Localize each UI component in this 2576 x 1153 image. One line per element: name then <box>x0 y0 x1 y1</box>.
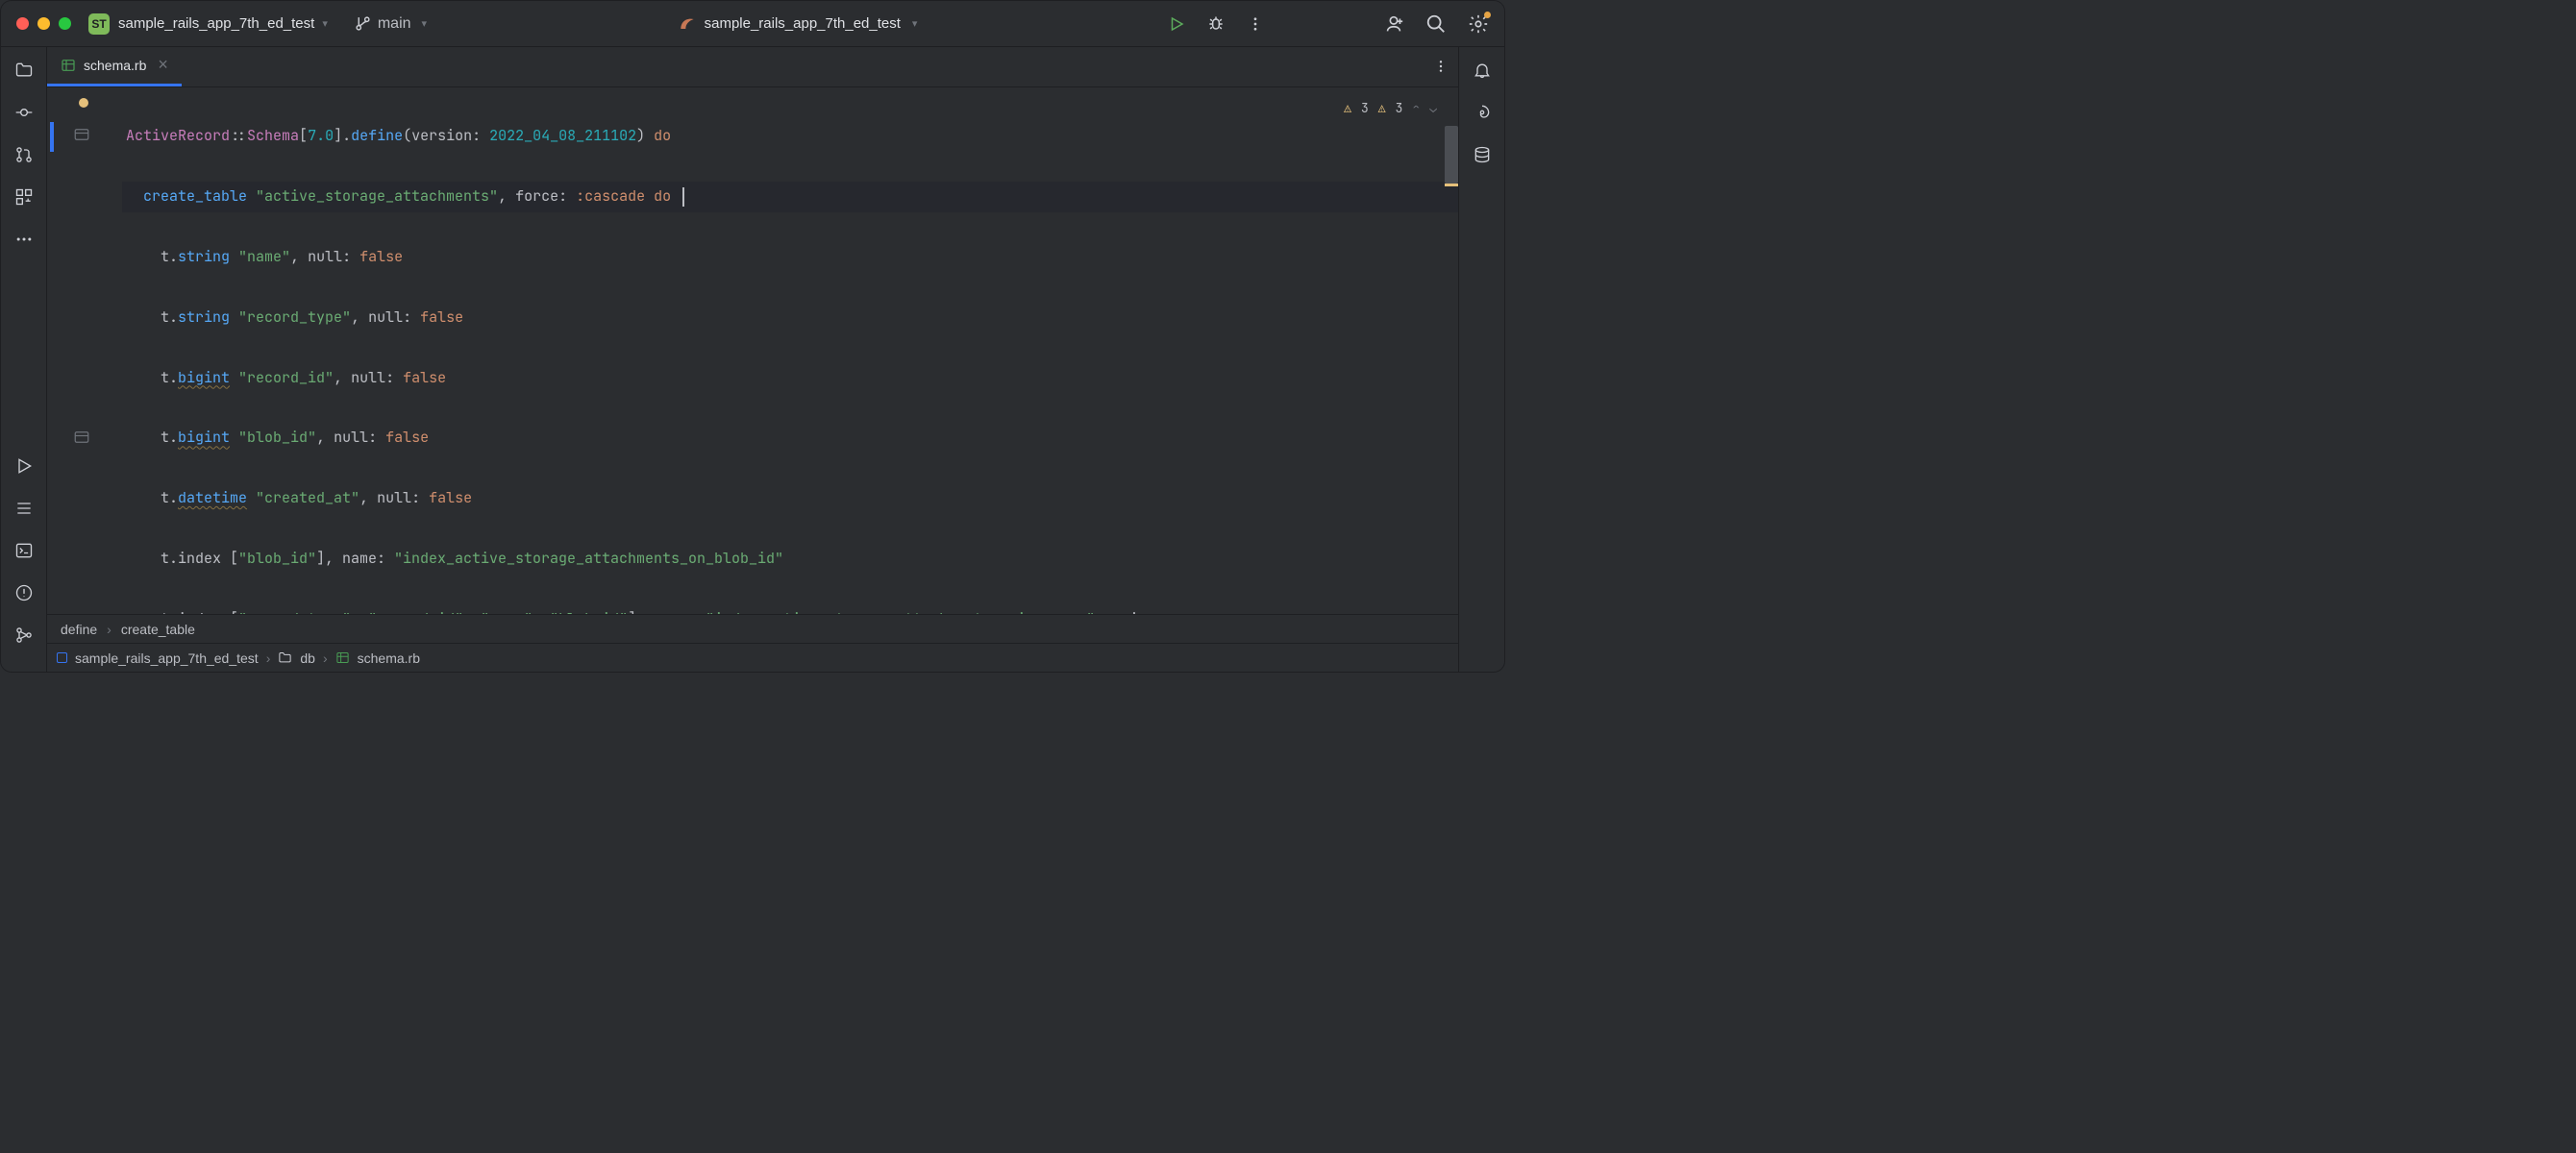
editor-tabs: schema.rb × <box>47 47 1458 87</box>
nav-root[interactable]: sample_rails_app_7th_ed_test <box>75 650 259 666</box>
pull-requests-button[interactable] <box>12 143 36 166</box>
chevron-right-icon: › <box>107 622 111 637</box>
scrollbar-thumb[interactable] <box>1445 126 1458 184</box>
next-highlight-button[interactable]: ⌄ <box>1429 93 1437 123</box>
right-tool-rail <box>1458 47 1504 672</box>
table-icon <box>335 650 350 665</box>
toolbar-actions <box>1168 13 1489 35</box>
pull-request-icon <box>14 145 34 164</box>
tab-filename: schema.rb <box>84 58 146 73</box>
collapse-icon[interactable] <box>73 126 90 148</box>
chevron-right-icon: › <box>323 650 328 666</box>
search-button[interactable] <box>1425 13 1447 35</box>
editor-area: schema.rb × ActiveRecord::Schema[7.0].de… <box>47 47 1458 672</box>
breadcrumb-create-table[interactable]: create_table <box>121 622 195 637</box>
project-name[interactable]: sample_rails_app_7th_ed_test <box>118 15 314 32</box>
run-button[interactable] <box>1168 15 1185 33</box>
play-icon <box>1168 15 1185 33</box>
notifications-button[interactable] <box>1471 59 1494 82</box>
nav-dir[interactable]: db <box>300 650 315 666</box>
vcs-tool-button[interactable] <box>12 624 36 647</box>
database-tool-button[interactable] <box>1471 143 1494 166</box>
titlebar: ST sample_rails_app_7th_ed_test ▾ main ▾… <box>1 1 1504 47</box>
ide-body: schema.rb × ActiveRecord::Schema[7.0].de… <box>1 47 1504 672</box>
search-icon <box>1425 13 1447 35</box>
branch-name: main <box>378 15 411 33</box>
gutter <box>47 87 122 614</box>
module-icon <box>57 652 67 663</box>
chevron-right-icon: › <box>266 650 271 666</box>
branch-icon <box>355 15 371 32</box>
list-icon <box>14 499 34 518</box>
chevron-down-icon[interactable]: ▾ <box>322 17 328 30</box>
bug-icon <box>1206 14 1226 34</box>
window-controls <box>16 17 71 30</box>
debug-button[interactable] <box>1206 14 1226 34</box>
more-actions-button[interactable] <box>1247 15 1264 33</box>
warning-count-2: 3 <box>1396 93 1403 123</box>
close-window-button[interactable] <box>16 17 29 30</box>
nav-file[interactable]: schema.rb <box>358 650 420 666</box>
chevron-down-icon: ▾ <box>912 17 918 30</box>
bell-icon <box>1473 61 1492 80</box>
more-horiz-icon <box>14 230 34 249</box>
nav-bar: sample_rails_app_7th_ed_test › db › sche… <box>47 643 1458 672</box>
ide-window: ST sample_rails_app_7th_ed_test ▾ main ▾… <box>0 0 1505 673</box>
database-icon <box>1473 145 1492 164</box>
spiral-icon <box>1473 103 1492 122</box>
text-caret <box>682 187 684 207</box>
more-vert-icon <box>1433 59 1449 74</box>
terminal-icon <box>14 541 34 560</box>
left-tool-rail <box>1 47 47 672</box>
todo-tool-button[interactable] <box>12 497 36 520</box>
settings-button[interactable] <box>1468 13 1489 35</box>
play-icon <box>14 456 34 476</box>
table-icon <box>61 58 76 73</box>
ai-assistant-button[interactable] <box>1471 101 1494 124</box>
person-add-icon <box>1383 13 1404 35</box>
maximize-window-button[interactable] <box>59 17 71 30</box>
warning-icon <box>14 583 34 602</box>
code-content[interactable]: ActiveRecord::Schema[7.0].define(version… <box>122 87 1458 614</box>
close-tab-button[interactable]: × <box>158 55 168 75</box>
collapse-icon[interactable] <box>73 429 90 451</box>
breadcrumb-define[interactable]: define <box>61 622 97 637</box>
tab-options-button[interactable] <box>1433 59 1449 79</box>
folder-icon <box>14 61 34 80</box>
folder-icon <box>278 650 292 665</box>
structure-icon <box>14 187 34 207</box>
project-badge: ST <box>88 13 110 35</box>
code-with-me-button[interactable] <box>1383 13 1404 35</box>
editor-tab-schema[interactable]: schema.rb × <box>47 46 182 86</box>
commit-tool-button[interactable] <box>12 101 36 124</box>
code-breadcrumbs[interactable]: define › create_table <box>47 614 1458 643</box>
run-target-name: sample_rails_app_7th_ed_test <box>705 15 901 32</box>
run-tool-button[interactable] <box>12 454 36 478</box>
code-editor[interactable]: ActiveRecord::Schema[7.0].define(version… <box>47 87 1458 614</box>
project-tool-button[interactable] <box>12 59 36 82</box>
terminal-tool-button[interactable] <box>12 539 36 562</box>
warning-icon: ⚠ <box>1378 93 1386 123</box>
more-tools-button[interactable] <box>12 228 36 251</box>
problems-tool-button[interactable] <box>12 581 36 604</box>
inspections-widget[interactable]: ⚠ 3 ⚠ 3 ⌃ ⌄ <box>1340 91 1441 125</box>
git-icon <box>14 626 34 645</box>
gear-icon <box>1468 13 1489 35</box>
warning-icon: ⚠ <box>1344 93 1351 123</box>
inspection-marker[interactable] <box>79 98 88 108</box>
run-target[interactable]: sample_rails_app_7th_ed_test ▾ <box>427 14 1168 34</box>
vcs-branch-picker[interactable]: main ▾ <box>355 15 427 33</box>
minimize-window-button[interactable] <box>37 17 50 30</box>
change-marker[interactable] <box>50 122 54 152</box>
scrollbar-marker[interactable] <box>1445 184 1458 186</box>
warning-count-1: 3 <box>1361 93 1369 123</box>
structure-tool-button[interactable] <box>12 185 36 209</box>
more-vert-icon <box>1247 15 1264 33</box>
prev-highlight-button[interactable]: ⌃ <box>1412 93 1420 123</box>
commit-icon <box>14 103 34 122</box>
rails-icon <box>678 14 697 34</box>
